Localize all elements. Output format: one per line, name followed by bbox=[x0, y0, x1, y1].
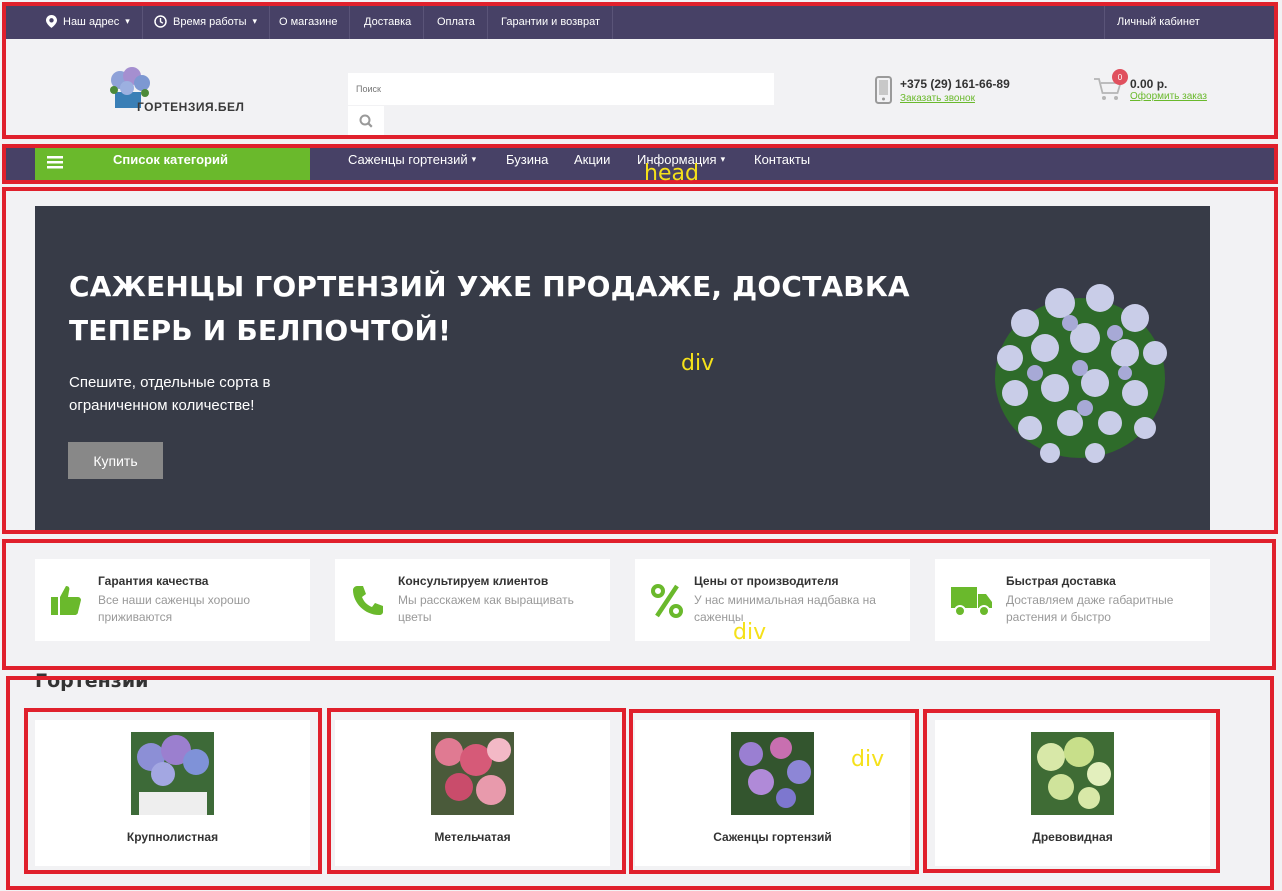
chevron-down-icon: ▾ bbox=[125, 16, 130, 26]
category-card[interactable]: Древовидная bbox=[935, 720, 1210, 866]
about-link[interactable]: О магазине bbox=[267, 4, 351, 39]
hours-label: Время работы bbox=[173, 15, 247, 28]
nav-item-label: Акции bbox=[574, 152, 611, 167]
categories-button[interactable]: Список категорий bbox=[35, 147, 310, 181]
thumbs-up-icon bbox=[51, 586, 81, 615]
categories-label: Список категорий bbox=[113, 152, 228, 167]
mobile-phone-icon bbox=[875, 76, 892, 104]
feature-quality: Гарантия качества Все наши саженцы хорош… bbox=[35, 559, 310, 641]
hydrangea-bush-image bbox=[995, 284, 1167, 463]
chevron-down-icon: ▾ bbox=[252, 16, 258, 26]
account-label: Личный кабинет bbox=[1117, 15, 1200, 28]
search-input[interactable] bbox=[348, 73, 774, 105]
nav-item-label: Контакты bbox=[754, 152, 811, 167]
category-name: Крупнолистная bbox=[126, 830, 219, 844]
chevron-down-icon: ▾ bbox=[471, 154, 477, 164]
category-card[interactable]: Крупнолистная bbox=[35, 720, 310, 866]
feature-title: Цены от производителя bbox=[694, 574, 839, 588]
feature-delivery: Быстрая доставка Доставляем даже габарит… bbox=[935, 559, 1210, 641]
section-title: Гортензии bbox=[35, 670, 149, 692]
feature-desc: Все наши саженцы хорошо приживаются bbox=[98, 593, 250, 624]
buy-button[interactable]: Купить bbox=[68, 442, 163, 479]
annotation-label: head bbox=[644, 161, 699, 186]
payment-link[interactable]: Оплата bbox=[425, 4, 488, 39]
map-pin-icon bbox=[46, 15, 57, 28]
category-image bbox=[731, 732, 814, 815]
logo[interactable]: ГОРТЕНЗИЯ.БЕЛ bbox=[105, 64, 255, 116]
address-label: Наш адрес bbox=[63, 15, 120, 28]
nav-item-label: Бузина bbox=[506, 152, 549, 167]
feature-title: Консультируем клиентов bbox=[398, 574, 549, 588]
feature-prices: Цены от производителя У нас минимальная … bbox=[635, 559, 910, 641]
checkout-link[interactable]: Оформить заказ bbox=[1130, 91, 1207, 102]
search-icon bbox=[359, 114, 373, 128]
feature-desc: Доставляем даже габаритные растения и бы… bbox=[1006, 593, 1174, 624]
annotation-label: div bbox=[681, 351, 715, 376]
logo-text: ГОРТЕНЗИЯ.БЕЛ bbox=[137, 100, 245, 114]
category-name: Саженцы гортензий bbox=[713, 830, 832, 844]
annotation-label: div bbox=[851, 747, 885, 772]
feature-desc: У нас минимальная надбавка на саженцы bbox=[694, 593, 876, 624]
guarantee-label: Гарантии и возврат bbox=[501, 15, 600, 28]
phone-icon bbox=[353, 586, 383, 615]
category-card[interactable]: Метельчатая bbox=[335, 720, 610, 866]
category-image bbox=[131, 732, 214, 815]
feature-title: Гарантия качества bbox=[98, 574, 209, 588]
nav-item-elder[interactable]: Бузина bbox=[506, 152, 548, 167]
address-menu[interactable]: Наш адрес ▾ bbox=[34, 4, 143, 39]
feature-consult: Консультируем клиентов Мы расскажем как … bbox=[335, 559, 610, 641]
nav-item-contacts[interactable]: Контакты bbox=[754, 152, 810, 167]
category-name: Древовидная bbox=[1032, 830, 1113, 844]
percent-icon bbox=[651, 584, 683, 618]
truck-icon bbox=[951, 587, 992, 617]
account-link[interactable]: Личный кабинет bbox=[1104, 4, 1212, 39]
hero-subtitle: Спешите, отдельные сорта в ограниченном … bbox=[69, 374, 271, 414]
payment-label: Оплата bbox=[437, 15, 475, 28]
delivery-link[interactable]: Доставка bbox=[352, 4, 425, 39]
phone-number[interactable]: +375 (29) 161-66-89 bbox=[900, 77, 1010, 91]
nav-item-sales[interactable]: Акции bbox=[574, 152, 610, 167]
guarantee-link[interactable]: Гарантии и возврат bbox=[489, 4, 613, 39]
clock-icon bbox=[154, 15, 167, 28]
category-image bbox=[431, 732, 514, 815]
feature-title: Быстрая доставка bbox=[1006, 574, 1116, 588]
top-bar: Наш адрес ▾ Время работы ▾ О магазине До… bbox=[4, 4, 1276, 39]
category-image bbox=[1031, 732, 1114, 815]
category-card[interactable]: Саженцы гортензий bbox=[635, 720, 910, 866]
nav-item-label: Саженцы гортензий bbox=[348, 152, 468, 167]
hamburger-icon bbox=[47, 156, 63, 169]
feature-desc: Мы расскажем как выращивать цветы bbox=[398, 593, 574, 624]
annotation-label: div bbox=[733, 620, 767, 645]
cart-count-badge: 0 bbox=[1112, 69, 1128, 85]
hours-menu[interactable]: Время работы ▾ bbox=[142, 4, 271, 39]
search-button[interactable] bbox=[348, 106, 384, 136]
cart-total: 0.00 р. bbox=[1130, 77, 1168, 91]
nav-item-seedlings[interactable]: Саженцы гортензий ▾ bbox=[348, 152, 476, 167]
callback-link[interactable]: Заказать звонок bbox=[900, 93, 975, 104]
category-name: Метельчатая bbox=[434, 830, 511, 844]
hero-title: САЖЕНЦЫ ГОРТЕНЗИЙ УЖЕ ПРОДАЖЕ, ДОСТАВКА … bbox=[69, 270, 910, 347]
about-label: О магазине bbox=[279, 15, 338, 28]
delivery-label: Доставка bbox=[364, 15, 412, 28]
chevron-down-icon: ▾ bbox=[720, 154, 726, 164]
